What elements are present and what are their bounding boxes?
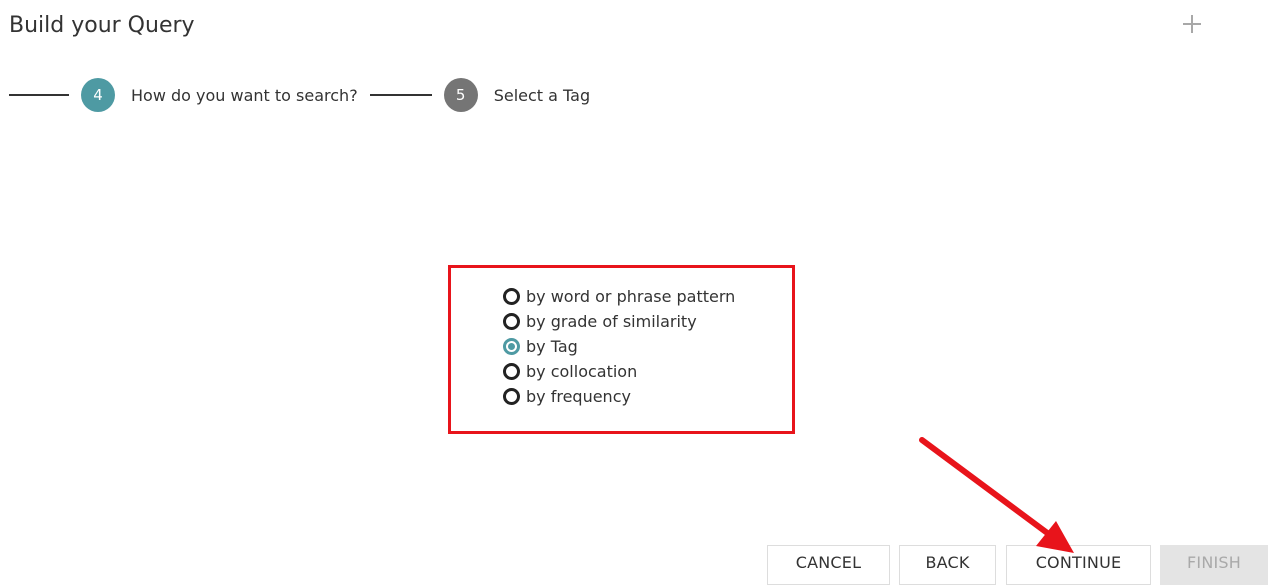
- radio-option-collocation[interactable]: by collocation: [503, 359, 735, 384]
- step-connector-line: [369, 94, 432, 96]
- radio-option-label: by collocation: [526, 362, 638, 381]
- step-5-indicator: 5: [443, 78, 478, 112]
- radio-unchecked-icon[interactable]: [503, 388, 520, 405]
- radio-checked-icon[interactable]: [503, 338, 520, 355]
- radio-unchecked-icon[interactable]: [503, 363, 520, 380]
- back-button[interactable]: BACK: [899, 545, 996, 585]
- radio-option-label: by Tag: [526, 337, 578, 356]
- radio-option-label: by grade of similarity: [526, 312, 697, 331]
- radio-option-label: by frequency: [526, 387, 631, 406]
- radio-option-frequency[interactable]: by frequency: [503, 384, 735, 409]
- radio-option-word-or-phrase-pattern[interactable]: by word or phrase pattern: [503, 284, 735, 309]
- step-5-label: Select a Tag: [493, 85, 591, 105]
- radio-option-tag[interactable]: by Tag: [503, 334, 735, 359]
- query-stepper: 4 How do you want to search? 5 Select a …: [9, 78, 590, 112]
- continue-button[interactable]: CONTINUE: [1006, 545, 1151, 585]
- radio-unchecked-icon[interactable]: [503, 313, 520, 330]
- radio-unchecked-icon[interactable]: [503, 288, 520, 305]
- step-4-indicator: 4: [81, 78, 115, 112]
- radio-option-grade-of-similarity[interactable]: by grade of similarity: [503, 309, 735, 334]
- step-connector-line: [9, 94, 69, 96]
- cancel-button[interactable]: CANCEL: [767, 545, 890, 585]
- dialog-title: Build your Query: [9, 13, 195, 38]
- plus-icon[interactable]: [1181, 13, 1203, 35]
- search-type-options-highlight: by word or phrase pattern by grade of si…: [448, 265, 795, 434]
- step-4-label: How do you want to search?: [131, 85, 358, 105]
- search-type-radio-group: by word or phrase pattern by grade of si…: [503, 284, 735, 409]
- radio-option-label: by word or phrase pattern: [526, 287, 736, 306]
- finish-button-disabled: FINISH: [1160, 545, 1268, 585]
